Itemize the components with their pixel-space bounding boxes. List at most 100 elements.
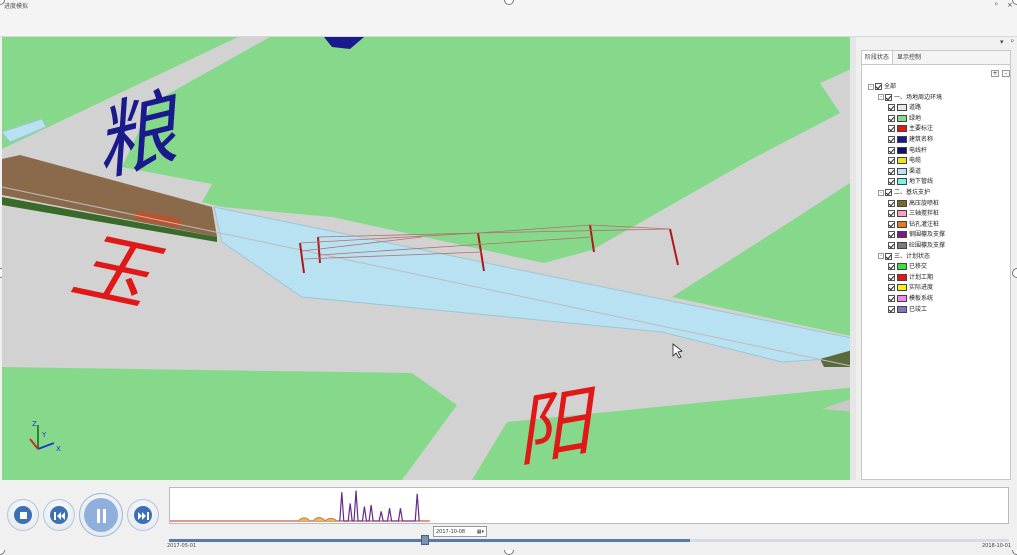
tree-checkbox[interactable]: [888, 295, 895, 302]
color-swatch: [897, 157, 907, 165]
color-swatch: [897, 146, 907, 154]
tree-item-label: 全部: [884, 83, 897, 90]
tree-item-label: 道路: [909, 104, 922, 112]
tree-checkbox[interactable]: [888, 242, 895, 249]
tree-checkbox[interactable]: [888, 104, 895, 112]
scene-canvas[interactable]: 粮 玉 阳 Z X Y: [2, 37, 856, 480]
tree-checkbox[interactable]: [888, 263, 895, 271]
tree-item[interactable]: 道路: [888, 103, 921, 113]
histogram-bump: [312, 517, 326, 522]
color-swatch: [897, 263, 907, 271]
tree-checkbox[interactable]: [885, 252, 892, 260]
timeline-thumb[interactable]: [421, 535, 430, 545]
tree-item[interactable]: 主要标注: [888, 124, 933, 134]
tree-item[interactable]: 砼围檩及支撑: [888, 241, 945, 251]
tree-item[interactable]: 渠道: [888, 167, 921, 177]
color-swatch: [897, 273, 907, 281]
step-back-button[interactable]: [43, 499, 75, 531]
tree-checkbox[interactable]: [875, 83, 882, 90]
tree-item[interactable]: - 一、场地周边环境: [878, 93, 942, 103]
tree-item[interactable]: 已移交: [888, 262, 927, 272]
title-bar: 进度模拟 ᵖ × ▾ ᵖ: [0, 0, 1017, 46]
histogram-chart: [170, 490, 430, 522]
color-swatch: [897, 220, 907, 228]
resize-handle[interactable]: [1012, 268, 1017, 278]
tree-item[interactable]: 建筑名称: [888, 135, 933, 145]
3d-viewport[interactable]: 粮 玉 阳 Z X Y: [2, 37, 856, 480]
tree-item-label: 计划工期: [909, 273, 934, 281]
tree-item[interactable]: 钢围檩及支撑: [888, 230, 945, 240]
color-swatch: [897, 242, 907, 249]
tree-item[interactable]: - 三、计划状态: [878, 252, 930, 262]
tree-checkbox[interactable]: [885, 189, 892, 196]
tree-item-label: 电缆: [909, 157, 922, 165]
color-swatch: [897, 231, 907, 239]
panel-pin-button[interactable]: ᵖ: [1011, 38, 1014, 46]
tree-item[interactable]: 地下管线: [888, 177, 933, 187]
color-swatch: [897, 284, 907, 292]
tree-checkbox[interactable]: [888, 157, 895, 165]
tree-item[interactable]: 电线杆: [888, 146, 927, 156]
tree-checkbox[interactable]: [888, 199, 895, 207]
tree-item-label: 实际进度: [909, 284, 934, 292]
stop-button[interactable]: [7, 499, 39, 531]
progress-histogram: [169, 487, 1009, 524]
current-date-picker[interactable]: 2017-10-08 ▦▾: [433, 526, 487, 537]
panel-menu-button[interactable]: ▾: [1000, 38, 1004, 46]
tree-expander-icon[interactable]: -: [878, 94, 884, 101]
expand-all-button[interactable]: +: [991, 70, 999, 77]
tree-checkbox[interactable]: [888, 114, 895, 122]
tree-checkbox[interactable]: [888, 305, 895, 313]
tree-checkbox[interactable]: [888, 210, 895, 218]
window-title: 进度模拟: [4, 3, 29, 10]
timeline-slider[interactable]: [169, 539, 1009, 542]
tree-item[interactable]: 电缆: [888, 156, 921, 166]
axis-y-label: Y: [41, 431, 47, 439]
tree-item[interactable]: 计划工期: [888, 273, 933, 283]
histogram-peaks: [339, 490, 420, 522]
collapse-all-button[interactable]: -: [1002, 70, 1010, 77]
calendar-dropdown-icon[interactable]: ▦▾: [477, 527, 484, 538]
tree-checkbox[interactable]: [888, 136, 895, 143]
tree-checkbox[interactable]: [888, 178, 895, 186]
tree-item-label: 钻孔灌注桩: [909, 220, 940, 228]
color-swatch: [897, 199, 907, 207]
tree-item[interactable]: 已竣工: [888, 305, 927, 315]
tab-stage-status[interactable]: 阶段状态: [862, 51, 894, 64]
axis-z-label: Z: [32, 420, 37, 428]
tab-display-control[interactable]: 显示控制: [894, 51, 924, 64]
tree-item[interactable]: - 全部: [868, 82, 896, 92]
tree-item[interactable]: 三轴搅拌桩: [888, 209, 939, 219]
panel-tabs: 阶段状态 显示控制: [862, 51, 1010, 65]
histogram-bump: [324, 517, 338, 522]
tree-checkbox[interactable]: [888, 284, 895, 292]
pause-button[interactable]: [79, 493, 123, 537]
tree-expander-icon[interactable]: -: [878, 189, 884, 196]
tree-checkbox[interactable]: [888, 125, 895, 133]
tree-expander-icon[interactable]: -: [868, 83, 874, 90]
color-swatch: [897, 295, 907, 302]
tree-item[interactable]: 钻孔灌注桩: [888, 220, 939, 230]
tree-item-label: 电线杆: [909, 146, 928, 154]
tree-checkbox[interactable]: [888, 273, 895, 281]
color-swatch: [897, 305, 907, 313]
timeline-start-date: 2017-05-01: [167, 543, 197, 549]
tree-item-label: 地下管线: [909, 178, 934, 186]
tree-item[interactable]: 模板系统: [888, 294, 933, 304]
tree-checkbox[interactable]: [888, 146, 895, 154]
tree-expander-icon[interactable]: -: [878, 253, 884, 260]
tree-item[interactable]: 绿地: [888, 114, 921, 124]
tree-checkbox[interactable]: [888, 220, 895, 228]
pin-button[interactable]: ᵖ: [995, 1, 998, 9]
road-label-right: 阳: [516, 375, 604, 480]
tree-checkbox[interactable]: [888, 167, 895, 175]
tree-item[interactable]: 实际进度: [888, 283, 933, 293]
timeline-end-date: 2018-10-01: [982, 543, 1012, 549]
color-swatch: [897, 210, 907, 218]
tree-item[interactable]: 高压旋喷桩: [888, 199, 939, 209]
tree-checkbox[interactable]: [885, 93, 892, 101]
step-forward-button[interactable]: [127, 499, 159, 531]
tree-checkbox[interactable]: [888, 231, 895, 239]
color-swatch: [897, 125, 907, 133]
tree-item[interactable]: - 二、基坑支护: [878, 188, 930, 198]
